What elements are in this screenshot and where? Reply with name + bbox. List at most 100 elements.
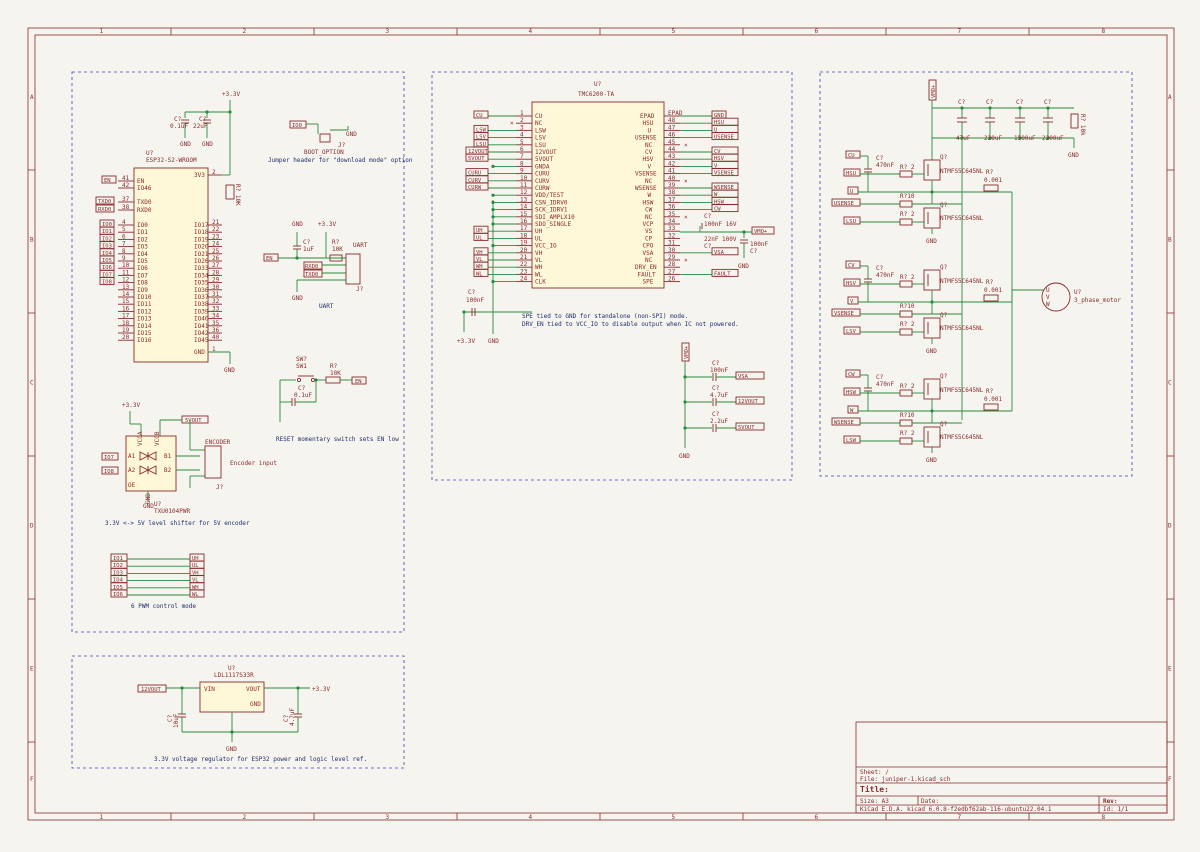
ldo-out: +3.3V	[312, 686, 330, 693]
ps-bulk-val: 2200uF	[1042, 135, 1064, 142]
frame-row-right: C	[1168, 380, 1172, 387]
ps-fet-ls	[923, 426, 941, 448]
esp32-pin-name: IO11	[137, 301, 152, 308]
driver-pin-name: HSW	[643, 199, 654, 206]
driver-pin-name: SPE	[643, 279, 654, 286]
boot-label: IO0	[292, 123, 302, 129]
title-title: Title:	[860, 784, 889, 794]
section-esp32	[71, 71, 405, 633]
driver-c-io-val: 100nF	[466, 297, 484, 304]
uart-c-ref: C?	[303, 239, 311, 246]
uart-conn: UART	[353, 242, 368, 249]
vsa-cap-ref: C?	[712, 411, 720, 418]
ps-q-val: NTMFS5C645NL	[940, 168, 984, 175]
title-date: Date:	[921, 798, 939, 805]
esp32-pin-name: EN	[137, 178, 145, 185]
ps-r-sense: R?10	[900, 303, 915, 310]
esp32-pin-num: 30	[212, 284, 220, 291]
esp32-pin-name: IO37	[194, 294, 209, 301]
esp32-pin-num: 5	[122, 226, 126, 233]
frame-col-top: 3	[386, 28, 390, 35]
esp32-pin-num: 34	[212, 313, 220, 320]
esp32-pin-num: 26	[212, 255, 220, 262]
title-file: File: juniper-1.kicad_sch	[860, 776, 951, 783]
driver-label: VSA	[714, 250, 725, 256]
esp32-pin-num: 21	[212, 219, 220, 226]
esp32-pin-name: GND	[194, 349, 205, 356]
driver-pin-name: WH	[535, 264, 543, 271]
frame-col-bottom: 6	[815, 814, 819, 821]
ldo-gnd: GND	[226, 746, 237, 753]
driver-pin-name: U	[648, 127, 652, 134]
ps-rg-ls: R? 2	[900, 430, 915, 437]
esp32-pin-num: 19	[122, 327, 130, 334]
uart-txd: TXD0	[305, 272, 318, 278]
ps-cap-ref: C?	[876, 155, 884, 162]
ps-rg-ls: R? 2	[900, 321, 915, 328]
esp32-pin-num: 38	[122, 204, 130, 211]
vsa-cap-label: VSA	[738, 374, 749, 380]
ps-q-val: NTMFS5C645NL	[940, 434, 984, 441]
esp32-pin-num: 28	[212, 269, 220, 276]
esp32-pin-name: IO3	[137, 244, 148, 251]
nc-mark: ×	[684, 214, 688, 221]
motor-ref: U?	[1074, 289, 1082, 296]
esp32-pin-name: IO0	[137, 222, 148, 229]
pwm-out: WL	[192, 592, 199, 598]
esp32-c1-val: 0.1uF	[170, 123, 188, 130]
ps-gnd: GND	[1068, 152, 1079, 159]
motor-pin: V	[1046, 294, 1050, 301]
esp32-supply: +3.3V	[222, 91, 240, 98]
esp32-pin-num: 12	[122, 277, 130, 284]
ldo-note: 3.3V voltage regulator for ESP32 power a…	[154, 756, 367, 763]
driver-pin-name: CLK	[535, 279, 546, 286]
esp32-pin-num: 15	[122, 298, 130, 305]
driver-gnd: GND	[488, 338, 499, 345]
esp32-pin-num: 17	[122, 313, 130, 320]
ps-shunt-ref: R?	[986, 388, 994, 395]
shifter-gnd: GND	[143, 503, 154, 510]
driver-pin-num: 1	[520, 110, 524, 117]
frame-col-top: 6	[815, 28, 819, 35]
ps-sense-label: WSENSE	[834, 420, 854, 426]
driver-pin-name: CU	[535, 113, 543, 120]
esp32-pin-num: 2	[212, 169, 216, 176]
vsa-cap-label: 5VOUT	[738, 425, 755, 431]
driver-note-1: SPE tied to GND for standalone (non-SPI)…	[522, 313, 688, 320]
driver-pin-name: WSENSE	[635, 185, 657, 192]
driver-pin-num: 12	[520, 189, 528, 196]
ps-gnd: GND	[926, 348, 937, 355]
esp32-c2-ref: C?	[199, 116, 207, 123]
esp32-pin-name: IO45	[194, 337, 209, 344]
reset-value: SW1	[296, 363, 307, 370]
driver-value: TMC6200-TA	[578, 91, 615, 98]
ps-cap-val: 470nF	[876, 272, 894, 279]
esp32-pin-name: IO5	[137, 258, 148, 265]
uart-block: GND +3.3V C? 1uF R? 10K EN RXD0 TXD0 UAR…	[263, 221, 368, 310]
driver-pin-num: 2	[520, 117, 524, 124]
reset-ref: SW?	[296, 356, 307, 363]
driver-pin-num: 35	[668, 211, 676, 218]
shifter-vcca: VCCA	[137, 431, 144, 446]
ps-cap-val: 470nF	[876, 162, 894, 169]
esp32-pin-num: 36	[212, 327, 220, 334]
driver-note-2: DRV_EN tied to VCC_IO to disable output …	[522, 321, 739, 328]
esp32-pin-name: IO1	[137, 229, 148, 236]
driver-pin-name: HSV	[643, 156, 654, 163]
ldo-in: 12VOUT	[141, 687, 162, 693]
driver-pin-name: CW	[645, 207, 653, 214]
esp32-pin-name: IO39	[194, 308, 209, 315]
esp32-pin-num: 14	[122, 291, 130, 298]
shifter-oe: OE	[128, 482, 136, 489]
ps-rg-ls: R? 2	[900, 211, 915, 218]
driver-pin-num: 14	[520, 204, 528, 211]
driver-pin-name: GNDA	[535, 163, 550, 170]
shifter-in1: IO7	[104, 455, 114, 461]
ps-bulk-ref: C?	[986, 99, 994, 106]
driver-pin-name: FAULT	[638, 271, 656, 278]
frame-row-left: E	[30, 666, 34, 673]
reset-c-ref: C?	[298, 385, 306, 392]
esp32-pin-name: IO26	[194, 258, 209, 265]
driver-pin-name: EPAD	[640, 113, 655, 120]
driver-pin-name: LSV	[535, 135, 546, 142]
